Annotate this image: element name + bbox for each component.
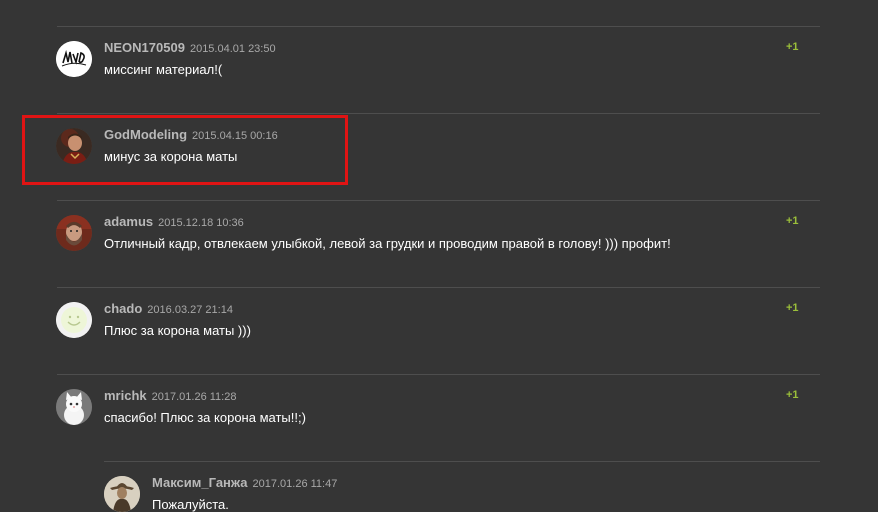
neon-tag-avatar-icon: [56, 41, 92, 77]
user-avatar[interactable]: [104, 476, 140, 512]
comment-date: 2015.04.01 23:50: [189, 43, 276, 55]
comment-divider: [57, 200, 820, 201]
comment-divider: [57, 113, 820, 114]
highlight-box: [22, 115, 348, 185]
comment-date: 2017.01.26 11:47: [252, 478, 338, 490]
comment-author[interactable]: NEON170509: [104, 40, 185, 55]
comment-author[interactable]: chado: [104, 301, 142, 316]
comment-text: Пожалуйста.: [152, 497, 229, 512]
smiley-avatar-icon: [56, 302, 92, 338]
vote-plus-button[interactable]: +1: [786, 389, 799, 401]
user-avatar[interactable]: [56, 302, 92, 338]
vote-plus-button[interactable]: +1: [786, 215, 799, 227]
white-cat-avatar-icon: [56, 389, 92, 425]
user-avatar[interactable]: [56, 389, 92, 425]
comment-divider: [57, 374, 820, 375]
comment-date: 2016.03.27 21:14: [147, 304, 233, 316]
comment-author[interactable]: adamus: [104, 214, 153, 229]
comment-author[interactable]: Максим_Ганжа: [152, 475, 248, 490]
cowboy-avatar-icon: [104, 476, 140, 512]
comment-date: 2015.12.18 10:36: [158, 217, 244, 229]
comment-divider: [57, 26, 820, 27]
comment-text: Плюс за корона маты ))): [104, 323, 251, 338]
comment-author[interactable]: mrichk: [104, 388, 147, 403]
user-avatar[interactable]: [56, 215, 92, 251]
vote-plus-button[interactable]: +1: [786, 302, 799, 314]
comment-text: Отличный кадр, отвлекаем улыбкой, левой …: [104, 236, 671, 251]
comment-text: миссинг материал!(: [104, 62, 223, 77]
comment-divider: [104, 461, 820, 462]
user-avatar[interactable]: [56, 41, 92, 77]
comment-date: 2017.01.26 11:28: [151, 391, 237, 403]
vote-plus-button[interactable]: +1: [786, 41, 799, 53]
comment-divider: [57, 287, 820, 288]
comment-text: спасибо! Плюс за корона маты!!;): [104, 410, 306, 425]
bearded-man-avatar-icon: [56, 215, 92, 251]
